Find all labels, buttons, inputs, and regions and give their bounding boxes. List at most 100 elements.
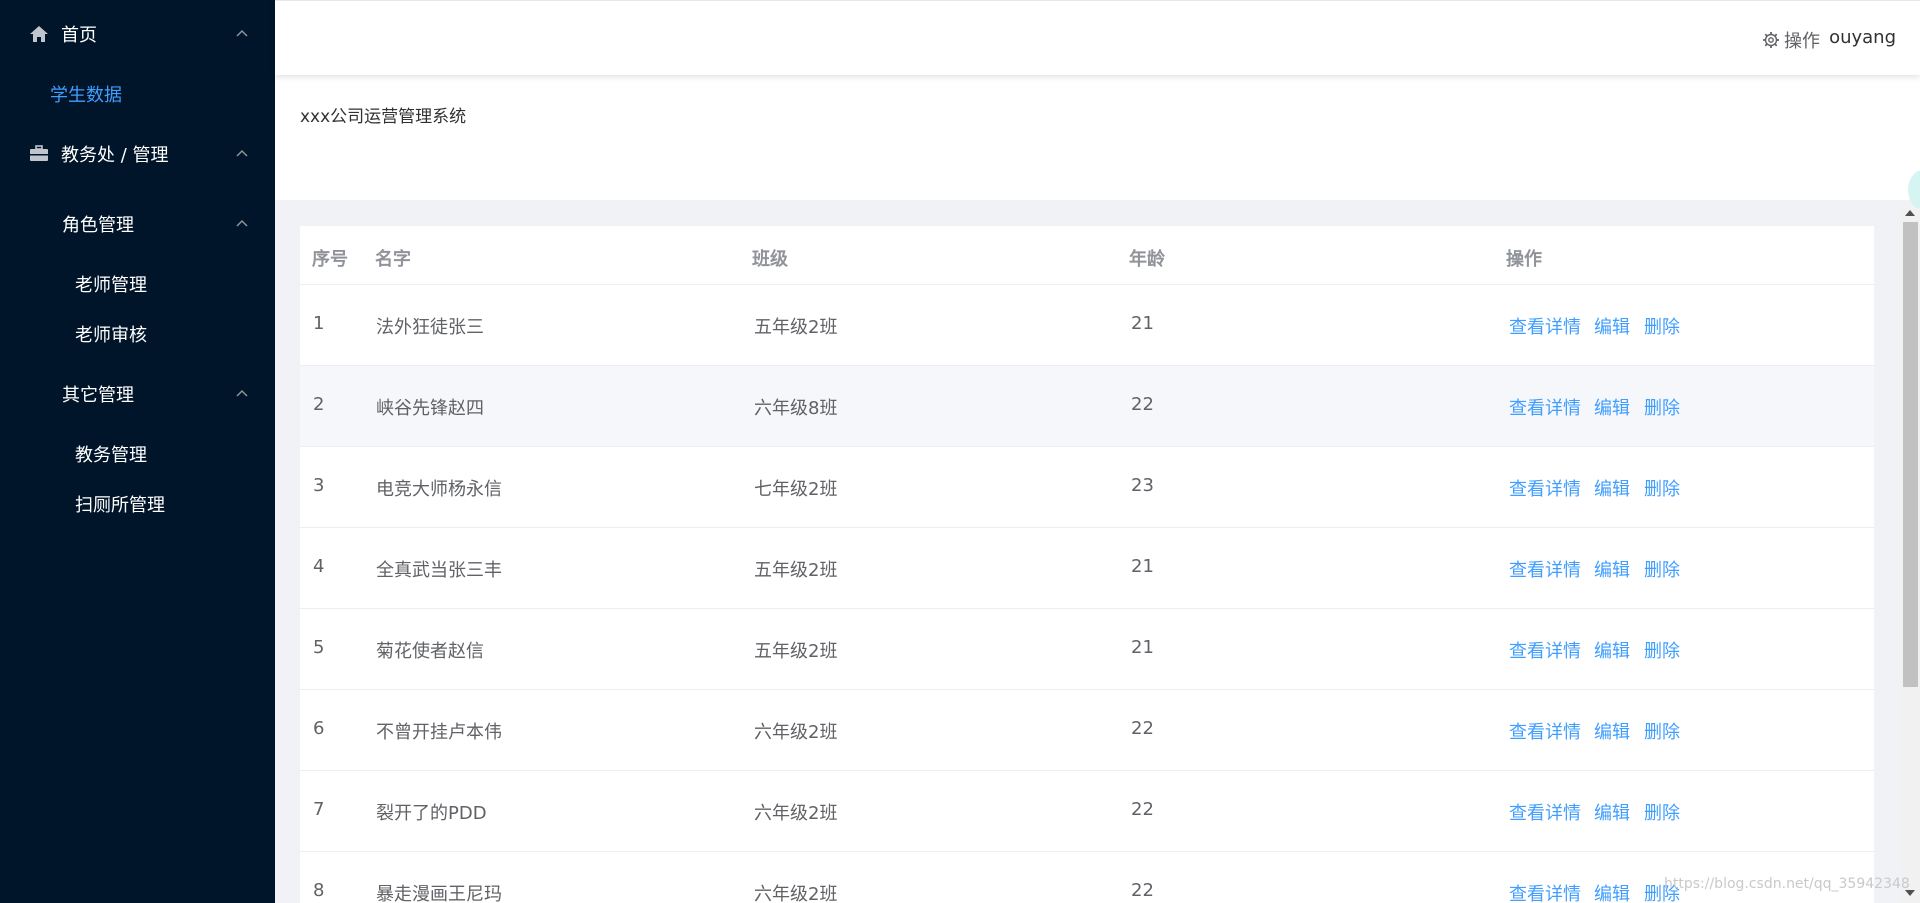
column-header-age: 年龄 — [1129, 249, 1165, 270]
chevron-up-icon — [236, 389, 248, 397]
scroll-up-arrow-icon[interactable] — [1905, 210, 1915, 216]
view-details-link[interactable]: 查看详情 — [1509, 799, 1581, 825]
operations-menu[interactable]: 操作 — [1762, 27, 1820, 53]
table-row[interactable]: 8 暴走漫画王尼玛 六年级2班 22 查看详情 编辑 删除 — [300, 852, 1874, 903]
cell-class: 六年级2班 — [754, 722, 838, 743]
delete-link[interactable]: 删除 — [1644, 313, 1680, 339]
table-row[interactable]: 4 全真武当张三丰 五年级2班 21 查看详情 编辑 删除 — [300, 528, 1874, 609]
view-details-link[interactable]: 查看详情 — [1509, 718, 1581, 744]
sidebar-item-toilet-cleaning-management[interactable]: 扫厕所管理 — [0, 480, 275, 528]
delete-link[interactable]: 删除 — [1644, 556, 1680, 582]
table-row[interactable]: 6 不曾开挂卢本伟 六年级2班 22 查看详情 编辑 删除 — [300, 690, 1874, 771]
view-details-link[interactable]: 查看详情 — [1509, 475, 1581, 501]
column-header-actions: 操作 — [1506, 249, 1542, 270]
cell-age: 21 — [1131, 637, 1154, 658]
sidebar-item-student-data[interactable]: 学生数据 — [0, 70, 275, 118]
sidebar-item-role-management[interactable]: 角色管理 — [0, 200, 275, 248]
table-row[interactable]: 5 菊花使者赵信 五年级2班 21 查看详情 编辑 删除 — [300, 609, 1874, 690]
table-header: 序号 名字 班级 年龄 操作 — [300, 226, 1874, 285]
cell-name: 裂开了的PDD — [376, 803, 487, 824]
cell-name: 不曾开挂卢本伟 — [376, 722, 502, 743]
cell-class: 五年级2班 — [754, 641, 838, 662]
page-title: xxx公司运营管理系统 — [300, 107, 467, 127]
sidebar-item-label: 教务管理 — [75, 445, 147, 466]
username[interactable]: ouyang — [1829, 27, 1896, 48]
delete-link[interactable]: 删除 — [1644, 637, 1680, 663]
column-header-class: 班级 — [752, 249, 788, 270]
cell-name: 暴走漫画王尼玛 — [376, 884, 502, 903]
column-header-no: 序号 — [312, 249, 348, 270]
view-details-link[interactable]: 查看详情 — [1509, 313, 1581, 339]
sidebar-item-label: 老师审核 — [75, 325, 147, 346]
delete-link[interactable]: 删除 — [1644, 718, 1680, 744]
edit-link[interactable]: 编辑 — [1594, 718, 1630, 744]
cell-no: 4 — [313, 556, 325, 577]
edit-link[interactable]: 编辑 — [1594, 799, 1630, 825]
chevron-up-icon — [236, 219, 248, 227]
view-details-link[interactable]: 查看详情 — [1509, 556, 1581, 582]
cell-no: 2 — [313, 394, 325, 415]
cell-class: 六年级2班 — [754, 803, 838, 824]
edit-link[interactable]: 编辑 — [1594, 880, 1630, 903]
table-row[interactable]: 2 峡谷先锋赵四 六年级8班 22 查看详情 编辑 删除 — [300, 366, 1874, 447]
cell-age: 22 — [1131, 799, 1154, 820]
cell-no: 1 — [313, 313, 325, 334]
sidebar-item-teacher-management[interactable]: 老师管理 — [0, 260, 275, 308]
cell-class: 六年级8班 — [754, 398, 838, 419]
sidebar-item-home[interactable]: 首页 — [0, 10, 275, 58]
sidebar-item-label: 老师管理 — [75, 275, 147, 296]
sidebar: 首页 学生数据 教务处 / 管理 角色管理 老师管理 老师审核 其它管理 教务管… — [0, 0, 275, 903]
edit-link[interactable]: 编辑 — [1594, 313, 1630, 339]
cell-age: 21 — [1131, 313, 1154, 334]
cell-name: 电竞大师杨永信 — [376, 479, 502, 500]
app-root: 首页 学生数据 教务处 / 管理 角色管理 老师管理 老师审核 其它管理 教务管… — [0, 0, 1920, 903]
table-row[interactable]: 1 法外狂徒张三 五年级2班 21 查看详情 编辑 删除 — [300, 285, 1874, 366]
cell-class: 五年级2班 — [754, 317, 838, 338]
cell-no: 7 — [313, 799, 325, 820]
sidebar-item-label: 首页 — [61, 25, 97, 46]
sidebar-item-academic-affairs[interactable]: 教务处 / 管理 — [0, 130, 275, 178]
cell-no: 3 — [313, 475, 325, 496]
cell-class: 五年级2班 — [754, 560, 838, 581]
cell-age: 23 — [1131, 475, 1154, 496]
scrollbar-thumb[interactable] — [1903, 222, 1918, 687]
column-header-name: 名字 — [375, 249, 411, 270]
sidebar-item-label: 学生数据 — [50, 85, 122, 106]
sidebar-item-academic-management[interactable]: 教务管理 — [0, 430, 275, 478]
chevron-up-icon — [236, 149, 248, 157]
edit-link[interactable]: 编辑 — [1594, 556, 1630, 582]
sidebar-item-label: 角色管理 — [62, 215, 134, 236]
sidebar-item-other-management[interactable]: 其它管理 — [0, 370, 275, 418]
edit-link[interactable]: 编辑 — [1594, 475, 1630, 501]
sidebar-item-label: 其它管理 — [62, 385, 134, 406]
delete-link[interactable]: 删除 — [1644, 475, 1680, 501]
home-icon — [30, 26, 48, 42]
top-header: 操作 ouyang — [275, 0, 1920, 75]
cell-age: 22 — [1131, 718, 1154, 739]
watermark: https://blog.csdn.net/qq_35942348 — [1664, 876, 1910, 892]
view-details-link[interactable]: 查看详情 — [1509, 637, 1581, 663]
cell-class: 六年级2班 — [754, 884, 838, 903]
briefcase-icon — [30, 145, 48, 161]
table-row[interactable]: 3 电竞大师杨永信 七年级2班 23 查看详情 编辑 删除 — [300, 447, 1874, 528]
chevron-up-icon — [236, 29, 248, 37]
edit-link[interactable]: 编辑 — [1594, 394, 1630, 420]
view-details-link[interactable]: 查看详情 — [1509, 880, 1581, 903]
delete-link[interactable]: 删除 — [1644, 394, 1680, 420]
edit-link[interactable]: 编辑 — [1594, 637, 1630, 663]
cell-name: 全真武当张三丰 — [376, 560, 502, 581]
student-table: 序号 名字 班级 年龄 操作 1 法外狂徒张三 五年级2班 21 查看详情 编辑… — [300, 226, 1874, 903]
cell-no: 5 — [313, 637, 325, 658]
operations-label: 操作 — [1784, 31, 1820, 52]
cell-no: 6 — [313, 718, 325, 739]
sidebar-item-teacher-review[interactable]: 老师审核 — [0, 310, 275, 358]
cell-age: 21 — [1131, 556, 1154, 577]
table-row[interactable]: 7 裂开了的PDD 六年级2班 22 查看详情 编辑 删除 — [300, 771, 1874, 852]
cell-name: 法外狂徒张三 — [376, 317, 484, 338]
sidebar-item-label: 教务处 / 管理 — [61, 145, 169, 166]
cell-age: 22 — [1131, 880, 1154, 901]
delete-link[interactable]: 删除 — [1644, 799, 1680, 825]
cell-name: 峡谷先锋赵四 — [376, 398, 484, 419]
view-details-link[interactable]: 查看详情 — [1509, 394, 1581, 420]
gear-icon — [1763, 32, 1779, 48]
